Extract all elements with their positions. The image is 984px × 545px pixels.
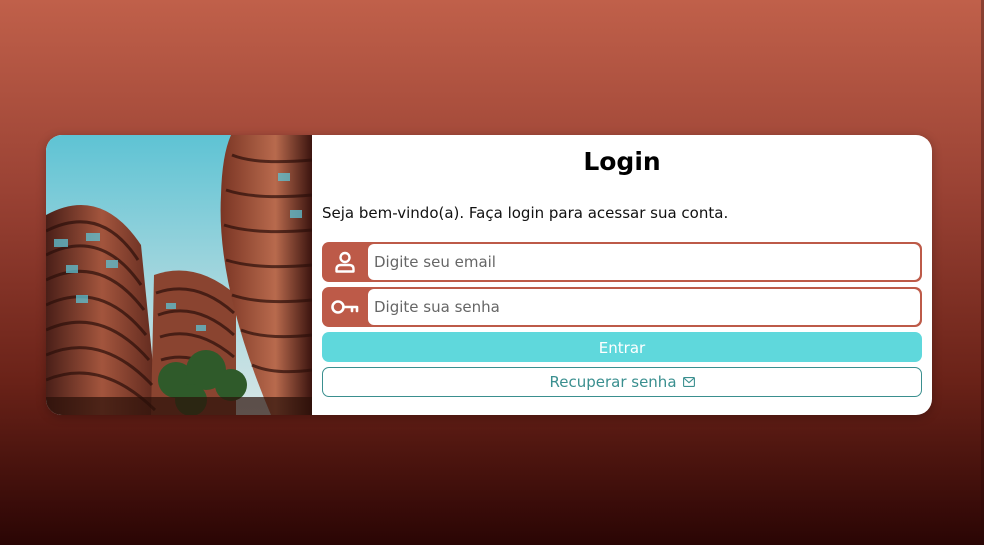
login-card: Login Seja bem-vindo(a). Faça login para… (46, 135, 932, 415)
welcome-text: Seja bem-vindo(a). Faça login para acess… (322, 204, 729, 222)
login-button[interactable]: Entrar (322, 332, 922, 362)
mail-icon (682, 373, 695, 391)
key-icon (322, 287, 368, 327)
password-input[interactable] (368, 289, 920, 325)
recover-password-button[interactable]: Recuperar senha (322, 367, 922, 397)
user-icon (322, 242, 368, 282)
page-title: Login (583, 147, 661, 176)
password-input-group (322, 287, 922, 327)
email-input-group (322, 242, 922, 282)
building-photo (46, 135, 312, 415)
email-input[interactable] (368, 244, 920, 280)
recover-password-label: Recuperar senha (549, 373, 677, 391)
login-form: Login Seja bem-vindo(a). Faça login para… (322, 135, 922, 415)
